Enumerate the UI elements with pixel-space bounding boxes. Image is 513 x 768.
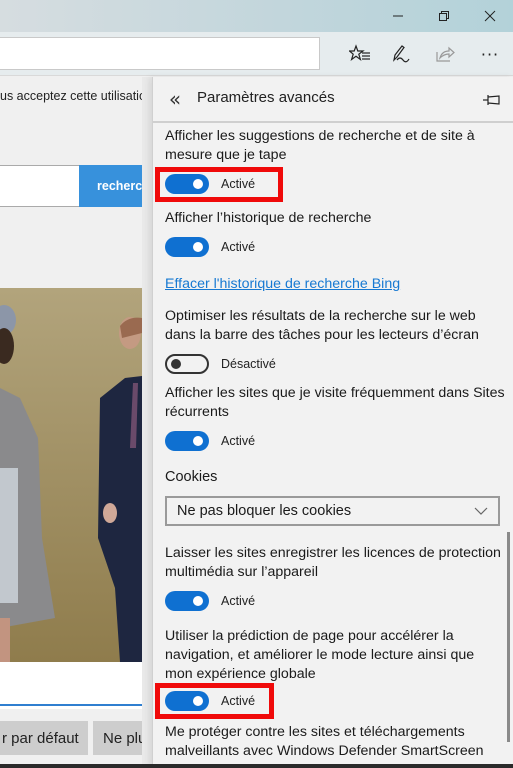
toggle-media-licenses[interactable]: Activé — [165, 590, 255, 612]
chevron-down-icon — [474, 507, 488, 515]
toggle-top-sites[interactable]: Activé — [165, 430, 255, 452]
cookies-select-value: Ne pas bloquer les cookies — [177, 503, 352, 519]
cookie-consent-text: us acceptez cette utilisation — [0, 89, 152, 103]
setting-page-prediction-label: Utiliser la prédiction de page pour accé… — [165, 628, 475, 682]
toggle-search-history[interactable]: Activé — [165, 236, 255, 258]
pen-note-icon — [393, 45, 410, 63]
more-icon: ··· — [480, 44, 500, 64]
setting-search-suggestions-label: Afficher les suggestions de recherche et… — [165, 128, 475, 163]
photo-caption-area — [0, 662, 142, 709]
pin-icon — [483, 95, 500, 105]
toggle-switch[interactable] — [165, 591, 209, 611]
cookies-select[interactable]: Ne pas bloquer les cookies — [165, 496, 500, 526]
search-input[interactable] — [0, 165, 80, 207]
taskbar-edge — [0, 764, 513, 768]
toggle-state-label: Activé — [221, 240, 256, 254]
panel-scrollbar[interactable] — [507, 532, 510, 742]
setting-media-licenses-label: Laisser les sites enregistrer les licenc… — [165, 545, 501, 580]
favorites-list-icon — [349, 44, 370, 62]
toggle-state-label: Activé — [221, 694, 256, 708]
panel-header: « Paramètres avancés — [153, 77, 513, 123]
toggle-switch[interactable] — [165, 354, 209, 374]
minimize-button[interactable] — [378, 0, 418, 32]
news-photo[interactable] — [0, 288, 142, 662]
set-default-button[interactable]: r par défaut — [0, 721, 88, 755]
toggle-page-prediction[interactable]: Activé — [165, 690, 255, 712]
toggle-state-label: Désactivé — [221, 357, 276, 371]
photo-image — [0, 288, 142, 662]
favorites-hub-button[interactable] — [343, 38, 377, 70]
toggle-switch[interactable] — [165, 431, 209, 451]
close-icon — [484, 10, 496, 22]
title-bar — [0, 0, 513, 32]
address-bar[interactable] — [0, 37, 320, 70]
toggle-screen-reader[interactable]: Désactivé — [165, 353, 276, 375]
setting-smartscreen-label: Me protéger contre les sites et téléchar… — [165, 724, 484, 759]
minimize-icon — [393, 15, 403, 17]
toggle-switch[interactable] — [165, 237, 209, 257]
pin-panel-button[interactable] — [479, 88, 505, 112]
setting-search-history-label: Afficher l’historique de recherche — [165, 210, 372, 226]
page-scrollbar[interactable] — [142, 77, 152, 768]
web-page-content: us acceptez cette utilisation recherche — [0, 77, 152, 768]
toggle-state-label: Activé — [221, 177, 256, 191]
browser-toolbar: ··· — [0, 32, 513, 76]
toggle-switch[interactable] — [165, 174, 209, 194]
web-note-button[interactable] — [385, 38, 419, 70]
toggle-state-label: Activé — [221, 434, 256, 448]
toggle-state-label: Activé — [221, 594, 256, 608]
section-divider — [0, 704, 152, 706]
double-chevron-left-icon: « — [168, 87, 182, 111]
toggle-switch[interactable] — [165, 691, 209, 711]
advanced-settings-panel: « Paramètres avancés Afficher les sugges… — [152, 77, 513, 768]
clear-bing-history-link[interactable]: Effacer l'historique de recherche Bing — [165, 276, 400, 292]
restore-button[interactable] — [424, 0, 464, 32]
close-button[interactable] — [470, 0, 510, 32]
panel-title: Paramètres avancés — [197, 89, 335, 106]
share-icon — [436, 46, 455, 62]
setting-screen-reader-label: Optimiser les résultats de la recherche … — [165, 308, 479, 343]
back-button[interactable]: « — [163, 86, 187, 112]
toggle-search-suggestions[interactable]: Activé — [165, 173, 255, 195]
more-button[interactable]: ··· — [473, 38, 507, 70]
share-button[interactable] — [428, 38, 462, 70]
restore-icon — [439, 11, 449, 21]
setting-top-sites-label: Afficher les sites que je visite fréquem… — [165, 385, 505, 420]
cookies-label: Cookies — [165, 469, 218, 485]
